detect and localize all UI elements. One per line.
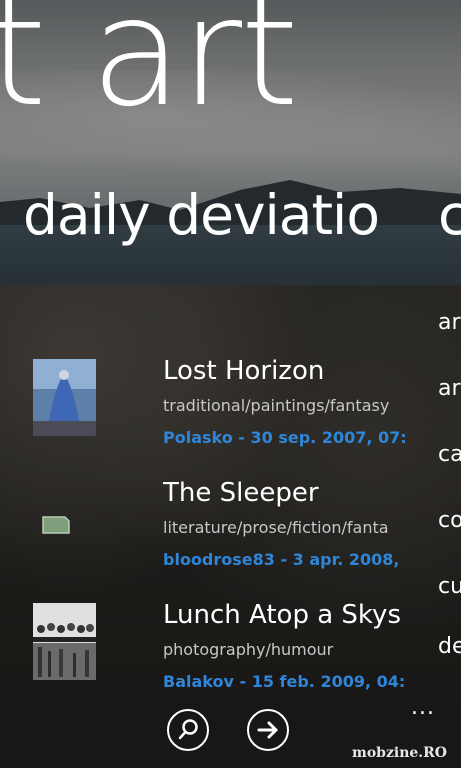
adjacent-item[interactable]: cu xyxy=(438,574,461,599)
item-title: Lost Horizon xyxy=(163,356,325,386)
app-title: t art xyxy=(0,0,299,140)
search-button[interactable] xyxy=(167,709,209,751)
deviation-list: Lost Horizon traditional/paintings/fanta… xyxy=(33,352,405,718)
item-category: photography/humour xyxy=(163,640,334,659)
adjacent-item[interactable]: ar xyxy=(438,376,461,401)
item-meta: bloodrose83 - 3 apr. 2008, ( xyxy=(163,550,405,569)
thumbnail-image xyxy=(33,603,96,680)
item-title: Lunch Atop a Skys xyxy=(163,600,401,630)
item-meta: Polasko - 30 sep. 2007, 07:5 xyxy=(163,428,405,447)
adjacent-item[interactable]: de xyxy=(438,634,461,659)
list-item[interactable]: Lost Horizon traditional/paintings/fanta… xyxy=(33,352,405,474)
list-item[interactable]: The Sleeper literature/prose/fiction/fan… xyxy=(33,474,405,596)
adjacent-item[interactable]: ar xyxy=(438,310,461,335)
section-header-next[interactable]: c xyxy=(438,188,461,243)
item-category: literature/prose/fiction/fanta xyxy=(163,518,389,537)
item-meta: Balakov - 15 feb. 2009, 04:5 xyxy=(163,672,405,691)
adjacent-item[interactable]: ca xyxy=(438,442,461,467)
arrow-right-icon xyxy=(257,721,278,739)
section-header-daily[interactable]: daily deviatio xyxy=(23,188,380,243)
item-title: The Sleeper xyxy=(163,478,319,508)
search-icon xyxy=(178,719,198,740)
watermark: mobzine.RO xyxy=(352,745,447,761)
more-menu-button[interactable]: ... xyxy=(411,695,435,720)
adjacent-item[interactable]: co xyxy=(438,508,461,533)
go-button[interactable] xyxy=(247,709,289,751)
thumbnail-image xyxy=(33,359,96,436)
document-icon xyxy=(42,516,70,534)
item-category: traditional/paintings/fantasy xyxy=(163,396,390,415)
